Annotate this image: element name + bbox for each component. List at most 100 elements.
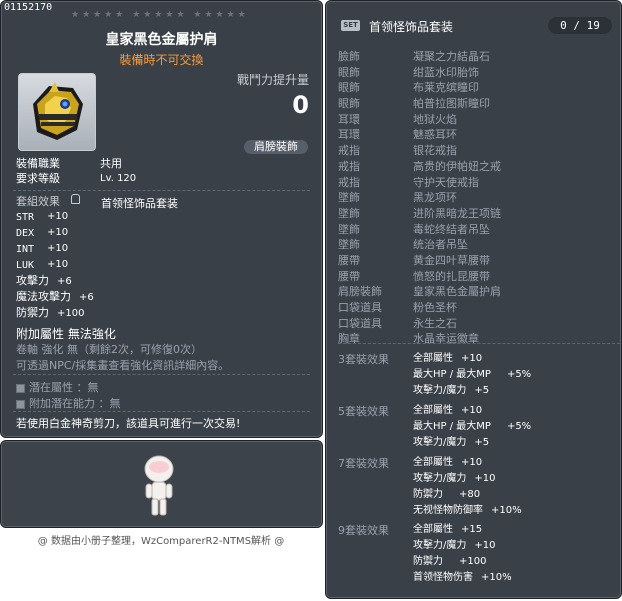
set-item-name: 魅惑耳环: [413, 128, 457, 142]
item-icon-frame: [18, 73, 96, 151]
set-item-slot: 腰帶: [338, 269, 360, 283]
combat-power-value: 0: [292, 91, 309, 119]
set-bonus-line: 全部屬性 +10: [413, 457, 483, 468]
additional-potential-row: 附加潛在能力 ：無: [16, 395, 121, 411]
item-tooltip: 01152170 ★★★★★ ★★★★★ ★★★★★ 皇家黑色金屬护肩 裝備時不…: [0, 0, 323, 438]
set-item-name: 永生之石: [413, 316, 457, 330]
job-label: 裝備職業: [16, 157, 60, 170]
set-bonus-label: 9套裝效果: [338, 524, 389, 537]
divider: [338, 343, 622, 344]
set-count: 0 / 19: [548, 17, 612, 34]
set-item-name: 绀蓝水印胎饰: [413, 65, 479, 79]
set-bonus-line: 防禦力 +80: [413, 489, 481, 500]
set-item-slot: 墜飾: [338, 191, 360, 205]
stat-str: STR +10: [16, 211, 69, 223]
set-item-name: 愤怒的扎昆腰带: [413, 269, 490, 283]
divider: [13, 374, 310, 375]
set-bonus-line: 最大HP / 最大MP +5%: [413, 421, 532, 432]
stat-attack: 攻擊力 +6: [16, 274, 72, 287]
set-item-slot: 臉飾: [338, 50, 360, 63]
set-item-name: 凝聚之力結晶石: [413, 50, 490, 63]
set-item-name: 帕普拉图斯瞳印: [413, 97, 490, 111]
scroll-enhance-info: 卷軸 強化 無（剩餘2次，可修復0次）: [16, 343, 202, 356]
set-bonus-label: 5套裝效果: [338, 405, 389, 418]
set-bonus-line: 攻擊力/魔力 +10: [413, 473, 496, 484]
set-item-name: 水晶幸运徽章: [413, 332, 479, 346]
set-item-slot: 耳環: [338, 112, 360, 126]
set-item-slot: 戒指: [338, 175, 360, 189]
set-item-slot: 戒指: [338, 159, 360, 173]
set-item-name: 地狱火焰: [413, 112, 457, 126]
stat-defense: 防禦力 +100: [16, 306, 85, 319]
set-item-name: 高贵的伊帕妞之戒: [413, 159, 501, 173]
set-bonus-line: 攻擊力/魔力 +10: [413, 540, 496, 551]
set-item-slot: 眼飾: [338, 97, 360, 111]
set-item-slot: 眼飾: [338, 65, 360, 79]
item-title: 皇家黑色金屬护肩: [105, 32, 218, 48]
set-item-name: 统治者吊坠: [413, 238, 468, 252]
set-item-slot: 眼飾: [338, 81, 360, 95]
set-name: 首领怪饰品套装: [101, 197, 178, 210]
avatar-figure-icon: [144, 455, 174, 516]
set-bonus-effects: 全部屬性 +10 最大HP / 最大MP +5% 攻擊力/魔力 +5: [413, 351, 531, 399]
set-bonus-effects: 全部屬性 +10 攻擊力/魔力 +10 防禦力 +80 无视怪物防御率 +10%: [413, 455, 522, 519]
level-value: Lv. 120: [100, 173, 137, 184]
star-force-indicator: ★★★★★ ★★★★★ ★★★★★: [71, 10, 249, 20]
set-bonus-line: 全部屬性 +15: [413, 524, 483, 535]
set-item-name: 银花戒指: [413, 144, 457, 158]
set-panel: SET 首领怪饰品套装 0 / 19 臉飾 凝聚之力結晶石 眼飾 绀蓝水印胎饰 眼飾 布莱…: [325, 0, 622, 599]
set-item-slot: 口袋道具: [338, 301, 382, 314]
stat-magic-attack: 魔法攻擊力 +6: [16, 290, 94, 303]
set-item-slot: 口袋道具: [338, 316, 382, 330]
lock-icon: [71, 194, 80, 204]
job-value: 共用: [100, 157, 122, 170]
scissors-note: 若使用白金神奇剪刀，該道具可進行一次交易!: [16, 417, 241, 430]
set-bonus-line: 全部屬性 +10: [413, 353, 483, 364]
divider: [13, 411, 310, 412]
set-bonus-line: 攻擊力/魔力 +5: [413, 385, 490, 396]
set-badge-icon: SET: [341, 20, 360, 31]
divider: [13, 190, 310, 191]
set-item-name: 布莱克缤瞳印: [413, 81, 479, 95]
level-label: 要求等級: [16, 172, 60, 185]
credit-text: @ 数据由小册子整理，WzComparerR2-NTMS解析 @: [37, 536, 285, 547]
set-item-name: 黑龙项环: [413, 191, 457, 205]
set-item-name: 黄金四叶草腰带: [413, 253, 490, 267]
set-item-slot: 耳環: [338, 128, 360, 142]
combat-power-label: 戰鬥力提升量: [236, 73, 309, 87]
stat-luk: LUK +10: [16, 259, 69, 271]
set-effect-label: 套組效果: [16, 195, 60, 208]
potential-row: 潛在屬性 ：無: [16, 379, 99, 395]
tradable-note: 裝備時不可交換: [119, 53, 204, 67]
set-bonus-line: 防禦力 +100: [413, 556, 487, 567]
potential-icon: [16, 383, 25, 393]
set-item-slot: 墜飾: [338, 206, 360, 220]
set-item-slot: 胸章: [338, 332, 360, 346]
set-item-slot: 肩膀裝飾: [338, 285, 382, 299]
additional-potential-icon: [16, 399, 25, 409]
set-item-name: 毒蛇终结者吊坠: [413, 222, 490, 236]
set-bonus-effects: 全部屬性 +10 最大HP / 最大MP +5% 攻擊力/魔力 +5: [413, 403, 531, 451]
set-title: 首领怪饰品套装: [369, 20, 454, 34]
set-item-name: 进阶黑暗龙王项链: [413, 206, 501, 220]
set-bonus-line: 最大HP / 最大MP +5%: [413, 369, 532, 380]
stat-int: INT +10: [16, 243, 69, 255]
set-bonus-effects: 全部屬性 +15 攻擊力/魔力 +10 防禦力 +100 首领怪物伤害 +10%: [413, 522, 512, 586]
set-bonus-line: 攻擊力/魔力 +5: [413, 437, 490, 448]
set-item-name: 守护天使戒指: [413, 175, 479, 189]
set-item-slot: 戒指: [338, 144, 360, 158]
set-item-slot: 墜飾: [338, 222, 360, 236]
set-item-slot: 腰帶: [338, 253, 360, 267]
set-bonus-line: 全部屬性 +10: [413, 405, 483, 416]
set-item-name: 粉色圣杯: [413, 301, 457, 314]
set-bonus-line: 首领怪物伤害 +10%: [413, 572, 512, 583]
shoulder-armor-icon: [33, 82, 83, 140]
set-item-name: 皇家黑色金屬护肩: [413, 285, 501, 299]
set-bonus-label: 7套裝效果: [338, 457, 389, 470]
set-bonus-label: 3套裝效果: [338, 353, 389, 366]
set-bonus-line: 无视怪物防御率 +10%: [413, 505, 522, 516]
slot-badge: 肩膀裝飾: [244, 140, 308, 154]
item-id: 01152170: [4, 2, 53, 13]
set-item-slot: 墜飾: [338, 238, 360, 252]
stat-dex: DEX +10: [16, 227, 69, 239]
